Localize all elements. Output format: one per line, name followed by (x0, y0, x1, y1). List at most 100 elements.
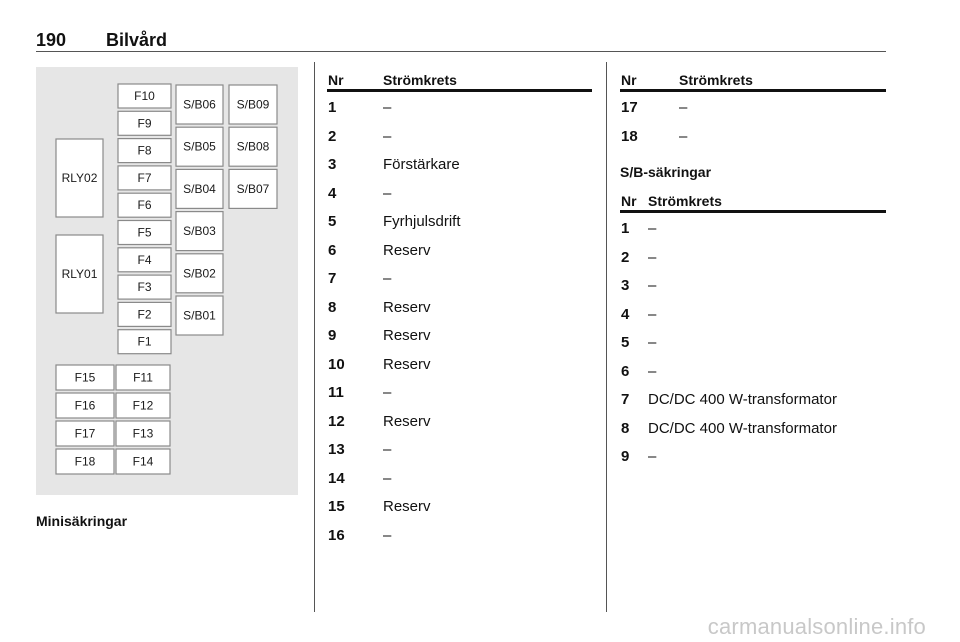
table-row: 4– (327, 178, 592, 207)
row-number: 18 (621, 127, 638, 145)
table-header: Nr Strömkrets (620, 66, 886, 92)
row-circuit: – (383, 270, 392, 287)
sb-fuse-box: S/B02 (175, 253, 224, 294)
sb-fuse-box: S/B05 (175, 126, 224, 167)
sb-fuse-box-label: S/B04 (183, 182, 216, 196)
fuse-box: F18 (55, 448, 115, 475)
fuse-box: F11 (115, 364, 171, 391)
fuse-box: F14 (115, 448, 171, 475)
fuse-box: F12 (115, 392, 171, 419)
column-header-circuit: Strömkrets (648, 193, 722, 209)
row-circuit: – (648, 305, 657, 323)
fuse-box-label: F2 (137, 307, 151, 321)
row-circuit: – (383, 184, 392, 202)
table-row: 8 Reserv (327, 292, 592, 321)
relay-box-label: RLY02 (62, 171, 98, 185)
page-number: 190 (36, 30, 67, 50)
sb-fuse-box: S/B06 (175, 84, 224, 125)
row-number: 7 (621, 391, 630, 408)
fuse-box-label: F8 (137, 144, 151, 158)
fuse-table-continued: Nr Strömkrets 17 – 18 – (620, 66, 886, 149)
sb-fuse-box-label: S/B07 (237, 182, 270, 196)
sb-fuse-box: S/B09 (228, 84, 278, 125)
row-number: 11 (328, 384, 344, 401)
table-row: 6 Reserv (327, 235, 592, 264)
row-circuit: – (679, 127, 688, 145)
fuse-box: F4 (117, 247, 172, 273)
row-number: 3 (621, 277, 630, 294)
fuse-box: F3 (117, 274, 172, 300)
row-circuit: – (383, 469, 392, 487)
table-row: 2– (327, 121, 592, 150)
sb-fuse-box-label: S/B05 (183, 140, 216, 154)
row-number: 8 (621, 419, 630, 437)
fuse-box-label: F4 (137, 253, 151, 267)
fuse-box: F16 (55, 392, 115, 419)
column-header-nr: Nr (621, 193, 637, 209)
table-row: 6– (620, 356, 886, 385)
row-circuit: – (648, 248, 657, 266)
table-body: 1–2–3 Förstärkare 4–5 Fyrhjulsdrift 6 Reserv 7… (327, 92, 592, 548)
row-circuit: DC/DC 400 W-transformator (648, 391, 837, 408)
fuse-box-diagram: RLY02 RLY01 F10 F9 F8 F7 F6 F5 F4 F3 F2 F1 F15 F16 F17… (36, 67, 298, 495)
relay-box-label: RLY01 (62, 267, 98, 281)
table-row: 4– (620, 299, 886, 328)
diagram-caption: Minisäkringar (36, 513, 128, 529)
fuse-box-label: F12 (133, 399, 154, 413)
row-number: 1 (621, 220, 630, 237)
row-number: 4 (621, 305, 630, 323)
table-header: Nr Strömkrets (620, 187, 886, 213)
sb-fuse-box-label: S/B08 (237, 140, 270, 154)
sb-fuse-box-label: S/B09 (237, 98, 270, 112)
fuse-box: F13 (115, 420, 171, 447)
row-circuit: – (648, 448, 657, 465)
table-row: 9 Reserv (327, 320, 592, 349)
row-number: 15 (328, 498, 345, 515)
sb-fuse-table: Nr Strömkrets 1–2–3–4–5–6–7 DC/DC 400 W-t… (620, 187, 886, 470)
fuse-box-label: F10 (134, 89, 155, 103)
sb-fuse-box-label: S/B06 (183, 98, 216, 112)
row-number: 5 (621, 334, 630, 351)
fuse-box-label: F7 (137, 171, 151, 185)
sb-fuse-box: S/B07 (228, 168, 278, 210)
table-row: 14 – (327, 463, 592, 492)
row-circuit: DC/DC 400 W-transformator (648, 419, 837, 437)
page-title: Bilvård (106, 30, 168, 50)
fuse-box: F7 (117, 165, 172, 191)
table-row: 16 – (327, 520, 592, 549)
row-number: 3 (328, 156, 337, 173)
sb-fuse-box-label: S/B02 (183, 266, 216, 280)
table-body: 17 – 18 – (620, 92, 886, 149)
sb-fuse-box-label: S/B01 (183, 309, 216, 323)
fuse-box: F6 (117, 192, 172, 218)
fuse-box: F17 (55, 420, 115, 447)
relay-box: RLY01 (55, 234, 104, 314)
sb-section-heading: S/B-säkringar (620, 164, 712, 180)
row-circuit: – (383, 99, 392, 116)
table-row: 1– (620, 213, 886, 242)
table-row: 9– (620, 441, 886, 470)
table-row: 15 Reserv (327, 491, 592, 520)
row-circuit: – (383, 127, 392, 145)
row-circuit: – (383, 526, 392, 544)
page-header: 190 Bilvård (36, 30, 886, 52)
row-circuit: – (648, 334, 657, 351)
row-number: 17 (621, 99, 638, 116)
row-number: 14 (328, 469, 345, 487)
fuse-box: F1 (117, 329, 172, 355)
sb-fuse-box: S/B01 (175, 295, 224, 336)
row-number: 8 (328, 298, 337, 316)
column-header-nr: Nr (621, 72, 637, 88)
row-circuit: Reserv (383, 298, 431, 316)
fuse-box-label: F16 (75, 399, 96, 413)
row-circuit: Reserv (383, 241, 431, 259)
fuse-box-label: F18 (75, 455, 96, 469)
table-row: 3– (620, 270, 886, 299)
table-row: 11 – (327, 377, 592, 406)
fuse-box-label: F9 (137, 116, 151, 130)
table-row: 5 Fyrhjulsdrift (327, 206, 592, 235)
row-number: 4 (328, 184, 337, 202)
table-row: 12 Reserv (327, 406, 592, 435)
row-circuit: Reserv (383, 498, 431, 515)
table-row: 13 – (327, 434, 592, 463)
